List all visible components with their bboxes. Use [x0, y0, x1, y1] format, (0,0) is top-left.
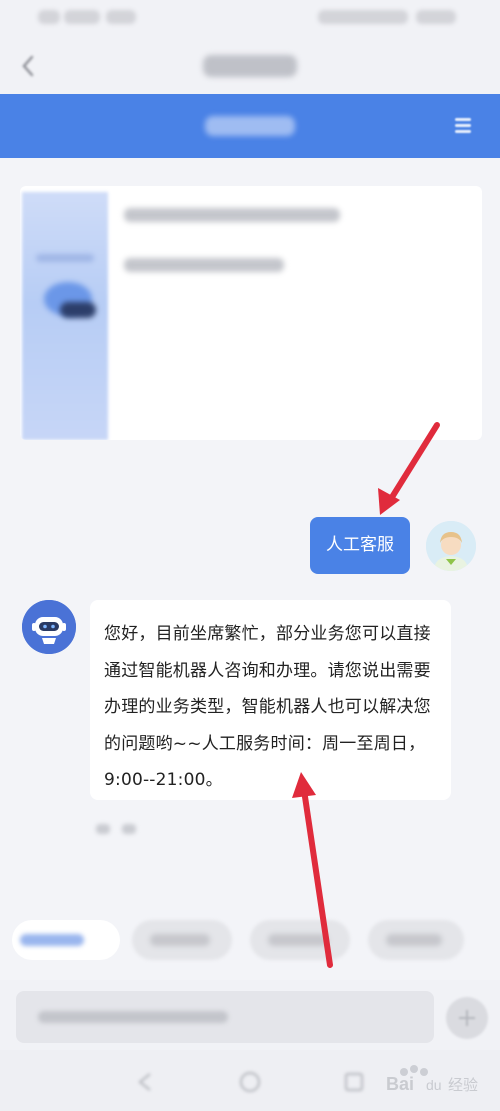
- input-bar: [0, 980, 500, 1050]
- quick-chip-1[interactable]: [12, 920, 120, 960]
- status-bar: [0, 0, 500, 40]
- svg-text:经验: 经验: [448, 1076, 478, 1094]
- quick-chip-2[interactable]: [132, 920, 232, 960]
- back-icon[interactable]: [18, 54, 38, 78]
- nav-back-icon[interactable]: [134, 1070, 158, 1094]
- promo-card[interactable]: [20, 186, 482, 440]
- user-message-bubble: 人工客服: [310, 517, 410, 574]
- message-input[interactable]: [16, 991, 434, 1043]
- bot-message-bubble: 您好，目前坐席繁忙，部分业务您可以直接通过智能机器人咨询和办理。请您说出需要办理…: [90, 600, 451, 800]
- quick-chip-4[interactable]: [368, 920, 464, 960]
- nav-bar: [0, 40, 500, 94]
- promo-thumbnail: [22, 192, 108, 440]
- svg-text:du: du: [426, 1077, 442, 1093]
- user-avatar[interactable]: [426, 521, 476, 571]
- nav-home-icon[interactable]: [238, 1070, 262, 1094]
- bot-avatar[interactable]: [22, 600, 76, 654]
- banner-title-blurred: [205, 116, 295, 136]
- promo-subline-blurred: [124, 258, 284, 272]
- baidu-watermark: Bai du 经验: [378, 1060, 494, 1100]
- quick-chip-3[interactable]: [250, 920, 350, 960]
- promo-headline-blurred: [124, 208, 340, 222]
- message-feedback-icons[interactable]: [96, 820, 156, 840]
- menu-icon[interactable]: [452, 114, 474, 136]
- svg-text:Bai: Bai: [386, 1074, 414, 1094]
- nav-title-blurred: [203, 55, 297, 77]
- chat-screen: 人工客服 您好，目前坐席繁忙，部分业务您可以直接通过智能机器人咨询和办理。请您说…: [0, 0, 500, 1111]
- service-banner: [0, 94, 500, 158]
- plus-icon[interactable]: [446, 997, 488, 1039]
- nav-recents-icon[interactable]: [342, 1070, 366, 1094]
